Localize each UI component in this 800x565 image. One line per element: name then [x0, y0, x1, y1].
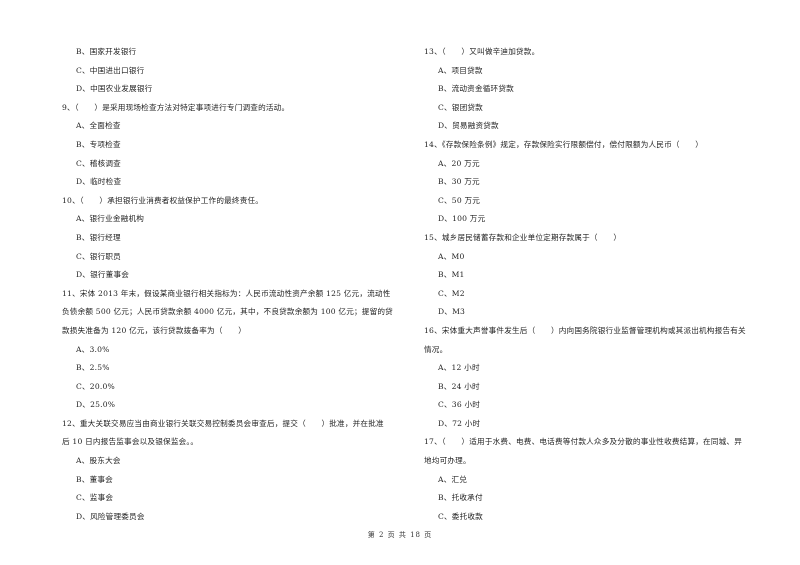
answer-option: B、托收承付	[438, 493, 483, 503]
answer-option: C、M2	[438, 288, 465, 298]
answer-option: B、银行经理	[76, 232, 121, 242]
page-footer: 第 2 页 共 18 页	[367, 531, 433, 539]
question-text: 14、《存款保险条例》规定，存款保险实行限额偿付，偿付限额为人民币（ ）	[424, 139, 704, 149]
answer-option: C、36 小时	[438, 400, 481, 410]
answer-option: D、风险管理委员会	[76, 511, 145, 521]
right-column: 13、（ ）又叫做辛迪加贷款。 A、项目贷款 B、流动资金循环贷款 C、银团贷款 D、贸…	[424, 43, 764, 526]
question-text: 地均可办理。	[424, 456, 471, 466]
answer-option: B、专项检查	[76, 139, 121, 149]
answer-option: B、2.5%	[76, 363, 110, 373]
question-text: 负债余额 500 亿元；人民币贷款余额 4000 亿元，其中，不良贷款余额为 1…	[62, 307, 393, 317]
question-text: 13、（ ）又叫做辛迪加贷款。	[424, 47, 540, 56]
question-text: 17、（ ）适用于水费、电费、电话费等付款人众多及分散的事业性收费结算，在同城、…	[424, 437, 743, 447]
question-text: 11、宋体 2013 年末，假设某商业银行相关指标为：人民币流动性资产余额 12…	[62, 288, 391, 298]
answer-option: A、12 小时	[438, 363, 480, 373]
answer-option: C、20.0%	[76, 381, 115, 391]
answer-option: A、股东大会	[76, 456, 121, 466]
answer-option: D、M3	[438, 307, 466, 317]
answer-option: B、董事会	[76, 474, 113, 484]
answer-option: D、银行董事会	[76, 270, 130, 280]
answer-option: A、M0	[438, 251, 465, 261]
answer-option: B、M1	[438, 270, 465, 280]
question-text: 15、城乡居民储蓄存款和企业单位定期存款属于（ ）	[424, 232, 622, 242]
answer-option: B、24 小时	[438, 381, 480, 391]
answer-option: C、银行职员	[76, 251, 121, 261]
answer-option: C、50 万元	[438, 195, 481, 205]
answer-option: C、稽核调查	[76, 158, 121, 168]
answer-option: A、银行业金融机构	[76, 214, 145, 224]
question-text: 12、重大关联交易应当由商业银行关联交易控制委员会审查后，提交（ ）批准，并在批…	[62, 418, 384, 428]
answer-option: C、委托收款	[438, 511, 483, 521]
question-text: 9、（ ）是采用现场检查方法对特定事项进行专门调查的活动。	[62, 102, 290, 112]
answer-option: A、全面检查	[76, 121, 121, 131]
answer-option: A、汇兑	[438, 474, 468, 484]
answer-option: D、25.0%	[76, 400, 116, 410]
answer-option: C、中国进出口银行	[76, 65, 145, 75]
answer-option: C、银团贷款	[438, 102, 483, 112]
answer-option: A、3.0%	[76, 344, 110, 354]
answer-option: D、72 小时	[438, 418, 481, 428]
question-text: 情况。	[424, 344, 448, 354]
answer-option: D、贸易融资贷款	[438, 121, 499, 131]
answer-option: D、100 万元	[438, 214, 486, 224]
answer-option: B、流动资金循环贷款	[438, 84, 514, 94]
answer-option: D、临时检查	[76, 177, 122, 187]
left-column: B、国家开发银行 C、中国进出口银行 D、中国农业发展银行 9、（ ）是采用现场检查方…	[62, 43, 407, 526]
answer-option: B、国家开发银行	[76, 47, 137, 56]
question-text: 16、宋体重大声誉事件发生后（ ）内向国务院银行业监督管理机构或其派出机构报告有…	[424, 325, 746, 335]
answer-option: D、中国农业发展银行	[76, 84, 153, 94]
question-text: 后 10 日内报告监事会以及银保监会。。	[62, 437, 199, 447]
answer-option: B、30 万元	[438, 177, 480, 187]
question-text: 10、（ ）承担银行业消费者权益保护工作的最终责任。	[62, 195, 264, 205]
question-text: 款损失准备为 120 亿元，该行贷款拨备率为（ ）	[62, 325, 246, 335]
answer-option: C、监事会	[76, 493, 114, 503]
answer-option: A、项目贷款	[438, 65, 483, 75]
answer-option: A、20 万元	[438, 158, 480, 168]
